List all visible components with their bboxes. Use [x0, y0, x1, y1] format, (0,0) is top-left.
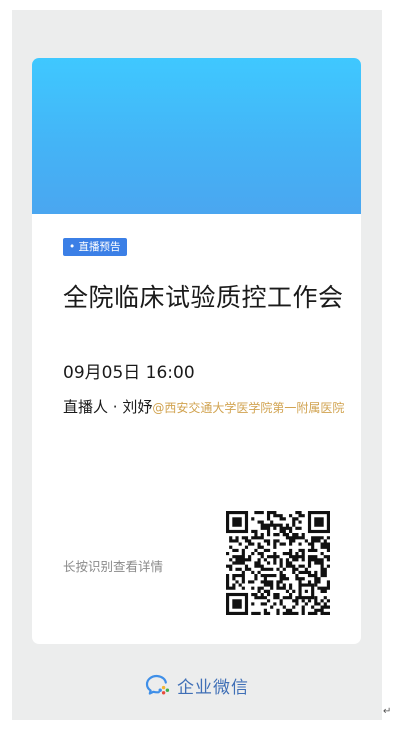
host-label: 直播人 ·	[63, 398, 123, 416]
return-mark-icon: ↵	[383, 706, 392, 717]
host-info: 直播人 · 刘妤@西安交通大学医学院第一附属医院	[63, 397, 348, 418]
live-preview-card: • 直播预告 全院临床试验质控工作会 09月05日 16:00 直播人 · 刘妤…	[32, 58, 361, 644]
host-organization: @西安交通大学医学院第一附属医院	[152, 401, 345, 415]
event-title: 全院临床试验质控工作会	[63, 283, 344, 312]
qr-code[interactable]	[226, 511, 330, 615]
event-datetime: 09月05日 16:00	[63, 363, 195, 383]
wecom-logo-icon	[145, 674, 170, 695]
wecom-brand-label: 企业微信	[177, 677, 249, 698]
live-preview-badge: • 直播预告	[63, 238, 127, 256]
qr-code-graphic	[226, 511, 330, 615]
cover-banner	[32, 58, 361, 214]
poster-background: • 直播预告 全院临床试验质控工作会 09月05日 16:00 直播人 · 刘妤…	[12, 10, 382, 720]
scan-hint: 长按识别查看详情	[63, 559, 164, 574]
host-name: 刘妤	[122, 398, 153, 416]
footer-brand: 企业微信	[12, 670, 382, 700]
